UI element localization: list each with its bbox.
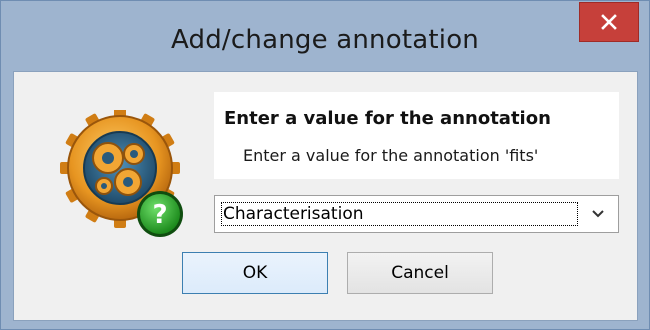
title-bar[interactable]: Add/change annotation bbox=[1, 1, 649, 81]
chevron-down-icon bbox=[592, 210, 604, 218]
combobox-selected-value[interactable]: Characterisation bbox=[221, 202, 578, 226]
combobox-dropdown-button[interactable] bbox=[584, 202, 612, 226]
close-icon bbox=[601, 14, 617, 30]
annotation-dialog: Add/change annotation ? Enter a value fo… bbox=[0, 0, 650, 330]
cancel-button[interactable]: Cancel bbox=[347, 252, 493, 294]
svg-text:?: ? bbox=[152, 200, 167, 230]
prompt-panel: Enter a value for the annotation Enter a… bbox=[214, 92, 619, 179]
dialog-prompt: Enter a value for the annotation 'fits' bbox=[243, 146, 539, 165]
dialog-heading: Enter a value for the annotation bbox=[224, 108, 551, 129]
dialog-body: ? Enter a value for the annotation Enter… bbox=[13, 71, 638, 321]
ok-button[interactable]: OK bbox=[182, 252, 328, 294]
close-button[interactable] bbox=[579, 2, 639, 42]
gears-question-icon: ? bbox=[60, 108, 192, 246]
annotation-value-combobox[interactable]: Characterisation bbox=[214, 195, 619, 233]
window-title: Add/change annotation bbox=[171, 25, 479, 55]
